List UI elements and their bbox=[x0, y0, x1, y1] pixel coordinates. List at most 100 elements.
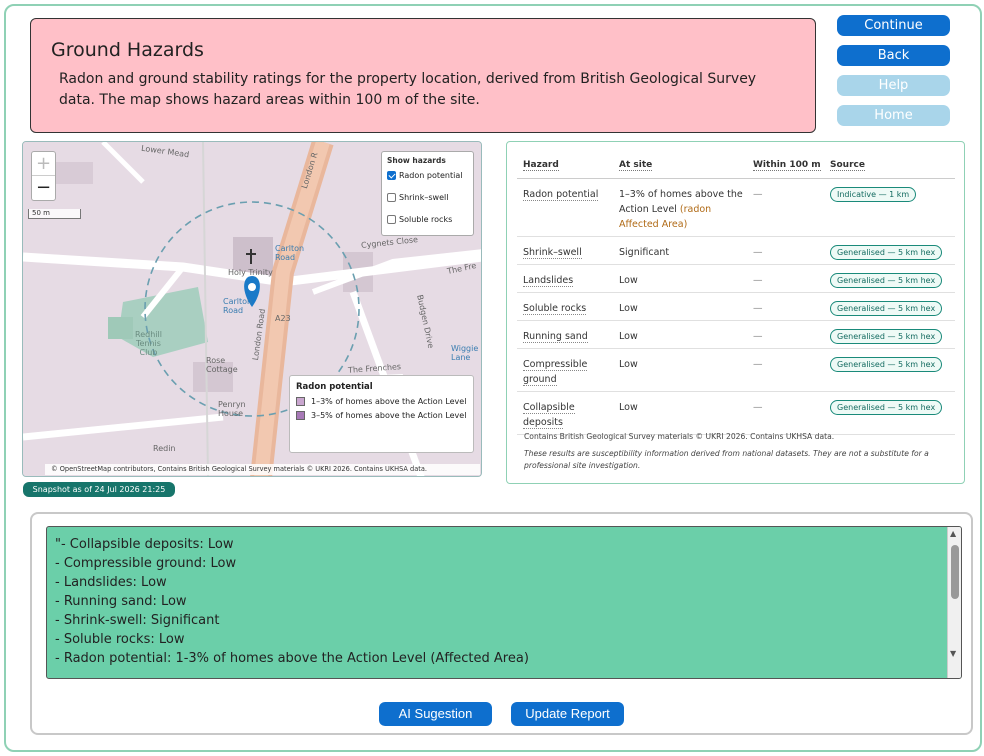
within-cell: — bbox=[747, 320, 824, 349]
report-line: - Soluble rocks: Low bbox=[55, 632, 185, 647]
source-cell: Generalised — 5 km hex bbox=[824, 391, 955, 435]
report-text: "- Collapsible deposits: Low - Compressi… bbox=[55, 535, 935, 668]
page-title: Ground Hazards bbox=[51, 39, 204, 61]
map-label-a23: A23 bbox=[275, 314, 291, 323]
continue-button[interactable]: Continue bbox=[837, 15, 950, 36]
source-cell: Generalised — 5 km hex bbox=[824, 348, 955, 392]
source-badge: Generalised — 5 km hex bbox=[830, 244, 943, 260]
report-scrollbar[interactable]: ▲ ▼ bbox=[947, 527, 961, 678]
source-badge: Generalised — 5 km hex bbox=[830, 399, 943, 415]
hazard-cell: Radon potential bbox=[517, 178, 613, 237]
source-badge: Generalised — 5 km hex bbox=[830, 300, 943, 316]
legend-swatch-medium bbox=[296, 411, 305, 420]
soluble-rocks-checkbox[interactable] bbox=[387, 215, 396, 224]
soluble-rocks-layer-label: Soluble rocks bbox=[399, 215, 453, 224]
header-panel: Ground Hazards Radon and ground stabilit… bbox=[30, 18, 816, 133]
layer-control-title: Show hazards bbox=[387, 156, 446, 165]
zoom-out-button[interactable]: − bbox=[32, 176, 55, 200]
within-cell: — bbox=[747, 348, 824, 392]
col-source: Source bbox=[824, 152, 955, 179]
layer-toggle-soluble-rocks[interactable]: Soluble rocks bbox=[387, 215, 468, 237]
hazard-layer-control: Show hazards Radon potential Shrink–swel… bbox=[381, 151, 474, 236]
legend-label: 3–5% of homes above the Action Level bbox=[311, 411, 467, 420]
within-cell: — bbox=[747, 264, 824, 293]
table-row: Running sand Low — Generalised — 5 km he… bbox=[517, 320, 955, 349]
hazard-cell: Shrink–swell bbox=[517, 236, 613, 265]
report-line: - Shrink-swell: Significant bbox=[55, 613, 220, 628]
source-badge: Generalised — 5 km hex bbox=[830, 356, 943, 372]
source-cell: Generalised — 5 km hex bbox=[824, 264, 955, 293]
at-site-cell: Low bbox=[613, 264, 747, 293]
home-button[interactable]: Home bbox=[837, 105, 950, 126]
hazard-cell: Compressible ground bbox=[517, 348, 613, 392]
report-line: - Radon potential: 1-3% of homes above t… bbox=[55, 651, 529, 666]
map-attribution: © OpenStreetMap contributors, Contains B… bbox=[45, 464, 480, 475]
within-cell: — bbox=[747, 178, 824, 237]
layer-toggle-shrink-swell[interactable]: Shrink–swell bbox=[387, 193, 468, 215]
within-cell: — bbox=[747, 292, 824, 321]
source-cell: Generalised — 5 km hex bbox=[824, 320, 955, 349]
source-badge: Generalised — 5 km hex bbox=[830, 272, 943, 288]
col-within: Within 100 m bbox=[747, 152, 824, 179]
table-row: Radon potential 1–3% of homes above the … bbox=[517, 178, 955, 237]
data-credit: Contains British Geological Survey mater… bbox=[524, 432, 835, 441]
table-row: Compressible ground Low — Generalised — … bbox=[517, 348, 955, 392]
radon-checkbox[interactable] bbox=[387, 171, 396, 180]
source-cell: Generalised — 5 km hex bbox=[824, 236, 955, 265]
update-report-button[interactable]: Update Report bbox=[511, 702, 624, 726]
map-label-carlton-road-west: Carlton Road bbox=[223, 297, 253, 315]
within-cell: — bbox=[747, 236, 824, 265]
table-row: Landslides Low — Generalised — 5 km hex bbox=[517, 264, 955, 293]
hazard-cell: Running sand bbox=[517, 320, 613, 349]
shrink-swell-checkbox[interactable] bbox=[387, 193, 396, 202]
table-row: Shrink–swell Significant — Generalised —… bbox=[517, 236, 955, 265]
report-line: - Compressible ground: Low bbox=[55, 556, 237, 571]
shrink-swell-layer-label: Shrink–swell bbox=[399, 193, 449, 202]
table-row: Collapsible deposits Low — Generalised —… bbox=[517, 391, 955, 435]
hazard-table-panel: Hazard At site Within 100 m Source Radon… bbox=[506, 141, 965, 484]
legend-item: 3–5% of homes above the Action Level bbox=[296, 409, 467, 422]
hazard-cell: Landslides bbox=[517, 264, 613, 293]
zoom-in-button[interactable]: + bbox=[32, 152, 55, 176]
map-label-rose-cottage: Rose Cottage bbox=[206, 356, 238, 374]
at-site-cell: Low bbox=[613, 391, 747, 435]
map-label-redhill-tennis-club: Redhill Tennis Club bbox=[135, 330, 162, 357]
zoom-control: + − bbox=[31, 151, 56, 201]
legend-title: Radon potential bbox=[296, 382, 373, 392]
scroll-down-icon[interactable]: ▼ bbox=[950, 649, 956, 658]
report-line: - Running sand: Low bbox=[55, 594, 187, 609]
report-panel: "- Collapsible deposits: Low - Compressi… bbox=[30, 512, 973, 735]
col-at-site: At site bbox=[613, 152, 747, 179]
at-site-cell: Low bbox=[613, 292, 747, 321]
layer-toggle-radon[interactable]: Radon potential bbox=[387, 171, 468, 193]
col-hazard: Hazard bbox=[517, 152, 613, 179]
at-site-cell: Low bbox=[613, 348, 747, 392]
at-site-cell: Low bbox=[613, 320, 747, 349]
legend-item: 1–3% of homes above the Action Level bbox=[296, 395, 467, 408]
help-button[interactable]: Help bbox=[837, 75, 950, 96]
report-line: - Landslides: Low bbox=[55, 575, 167, 590]
source-badge: Generalised — 5 km hex bbox=[830, 328, 943, 344]
legend-swatch-low bbox=[296, 397, 305, 406]
ai-suggestion-button[interactable]: AI Sugestion bbox=[379, 702, 492, 726]
hazard-cell: Collapsible deposits bbox=[517, 391, 613, 435]
legend-label: 1–3% of homes above the Action Level bbox=[311, 397, 467, 406]
at-site-cell: 1–3% of homes above the Action Level (ra… bbox=[613, 178, 747, 237]
within-cell: — bbox=[747, 391, 824, 435]
at-site-cell: Significant bbox=[613, 236, 747, 265]
source-badge: Indicative — 1 km bbox=[830, 186, 917, 202]
source-cell: Generalised — 5 km hex bbox=[824, 292, 955, 321]
hazard-cell: Soluble rocks bbox=[517, 292, 613, 321]
source-cell: Indicative — 1 km bbox=[824, 178, 955, 237]
page-description: Radon and ground stability ratings for t… bbox=[59, 71, 757, 108]
map-scale: 50 m bbox=[28, 209, 81, 219]
hazard-table: Hazard At site Within 100 m Source Radon… bbox=[517, 152, 955, 435]
table-header-row: Hazard At site Within 100 m Source bbox=[517, 152, 955, 179]
hazard-map[interactable]: Lower Mead London R Holy Trinity Carlton… bbox=[22, 141, 482, 477]
disclaimer-text: These results are susceptibility informa… bbox=[524, 449, 929, 470]
radon-layer-label: Radon potential bbox=[399, 171, 463, 180]
back-button[interactable]: Back bbox=[837, 45, 950, 66]
scroll-up-icon[interactable]: ▲ bbox=[950, 529, 956, 538]
report-textarea[interactable]: "- Collapsible deposits: Low - Compressi… bbox=[46, 526, 962, 679]
scroll-thumb[interactable] bbox=[951, 545, 959, 599]
